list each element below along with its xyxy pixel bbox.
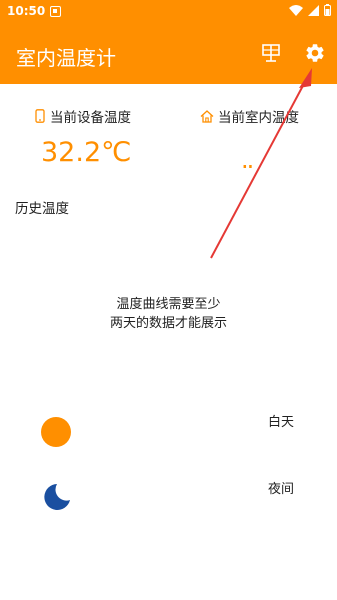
sun-icon [41, 417, 71, 447]
history-empty-message: 温度曲线需要至少 两天的数据才能展示 [0, 295, 337, 333]
moon-icon [44, 484, 70, 510]
room-temp-label-text: 当前室内温度 [218, 110, 299, 126]
notification-icon [50, 6, 61, 17]
room-temp-value: .. [241, 146, 254, 174]
device-temp-label: 当前设备温度 [34, 106, 131, 126]
phone-icon [35, 109, 45, 123]
device-temp-value: 32.2℃ [41, 137, 132, 168]
status-time: 10:50 [7, 4, 46, 18]
signal-icon [308, 4, 319, 16]
status-bar: 10:50 [0, 0, 337, 24]
settings-icon [306, 44, 324, 62]
wifi-icon [289, 4, 303, 16]
status-icons [289, 4, 331, 16]
settings-button[interactable] [304, 42, 326, 64]
app-title: 室内温度计 [16, 46, 116, 70]
home-icon [200, 109, 214, 123]
widget-icon [262, 44, 280, 62]
device-temp-label-text: 当前设备温度 [50, 110, 131, 126]
history-empty-line-2: 两天的数据才能展示 [109, 316, 227, 331]
widget-button[interactable] [260, 42, 282, 64]
room-temp-label: 当前室内温度 [200, 106, 299, 126]
night-label: 夜间 [268, 482, 295, 497]
history-empty-line-1: 温度曲线需要至少 [116, 297, 221, 312]
history-title: 历史温度 [15, 201, 69, 217]
day-label: 白天 [268, 415, 295, 430]
battery-icon [324, 4, 331, 16]
